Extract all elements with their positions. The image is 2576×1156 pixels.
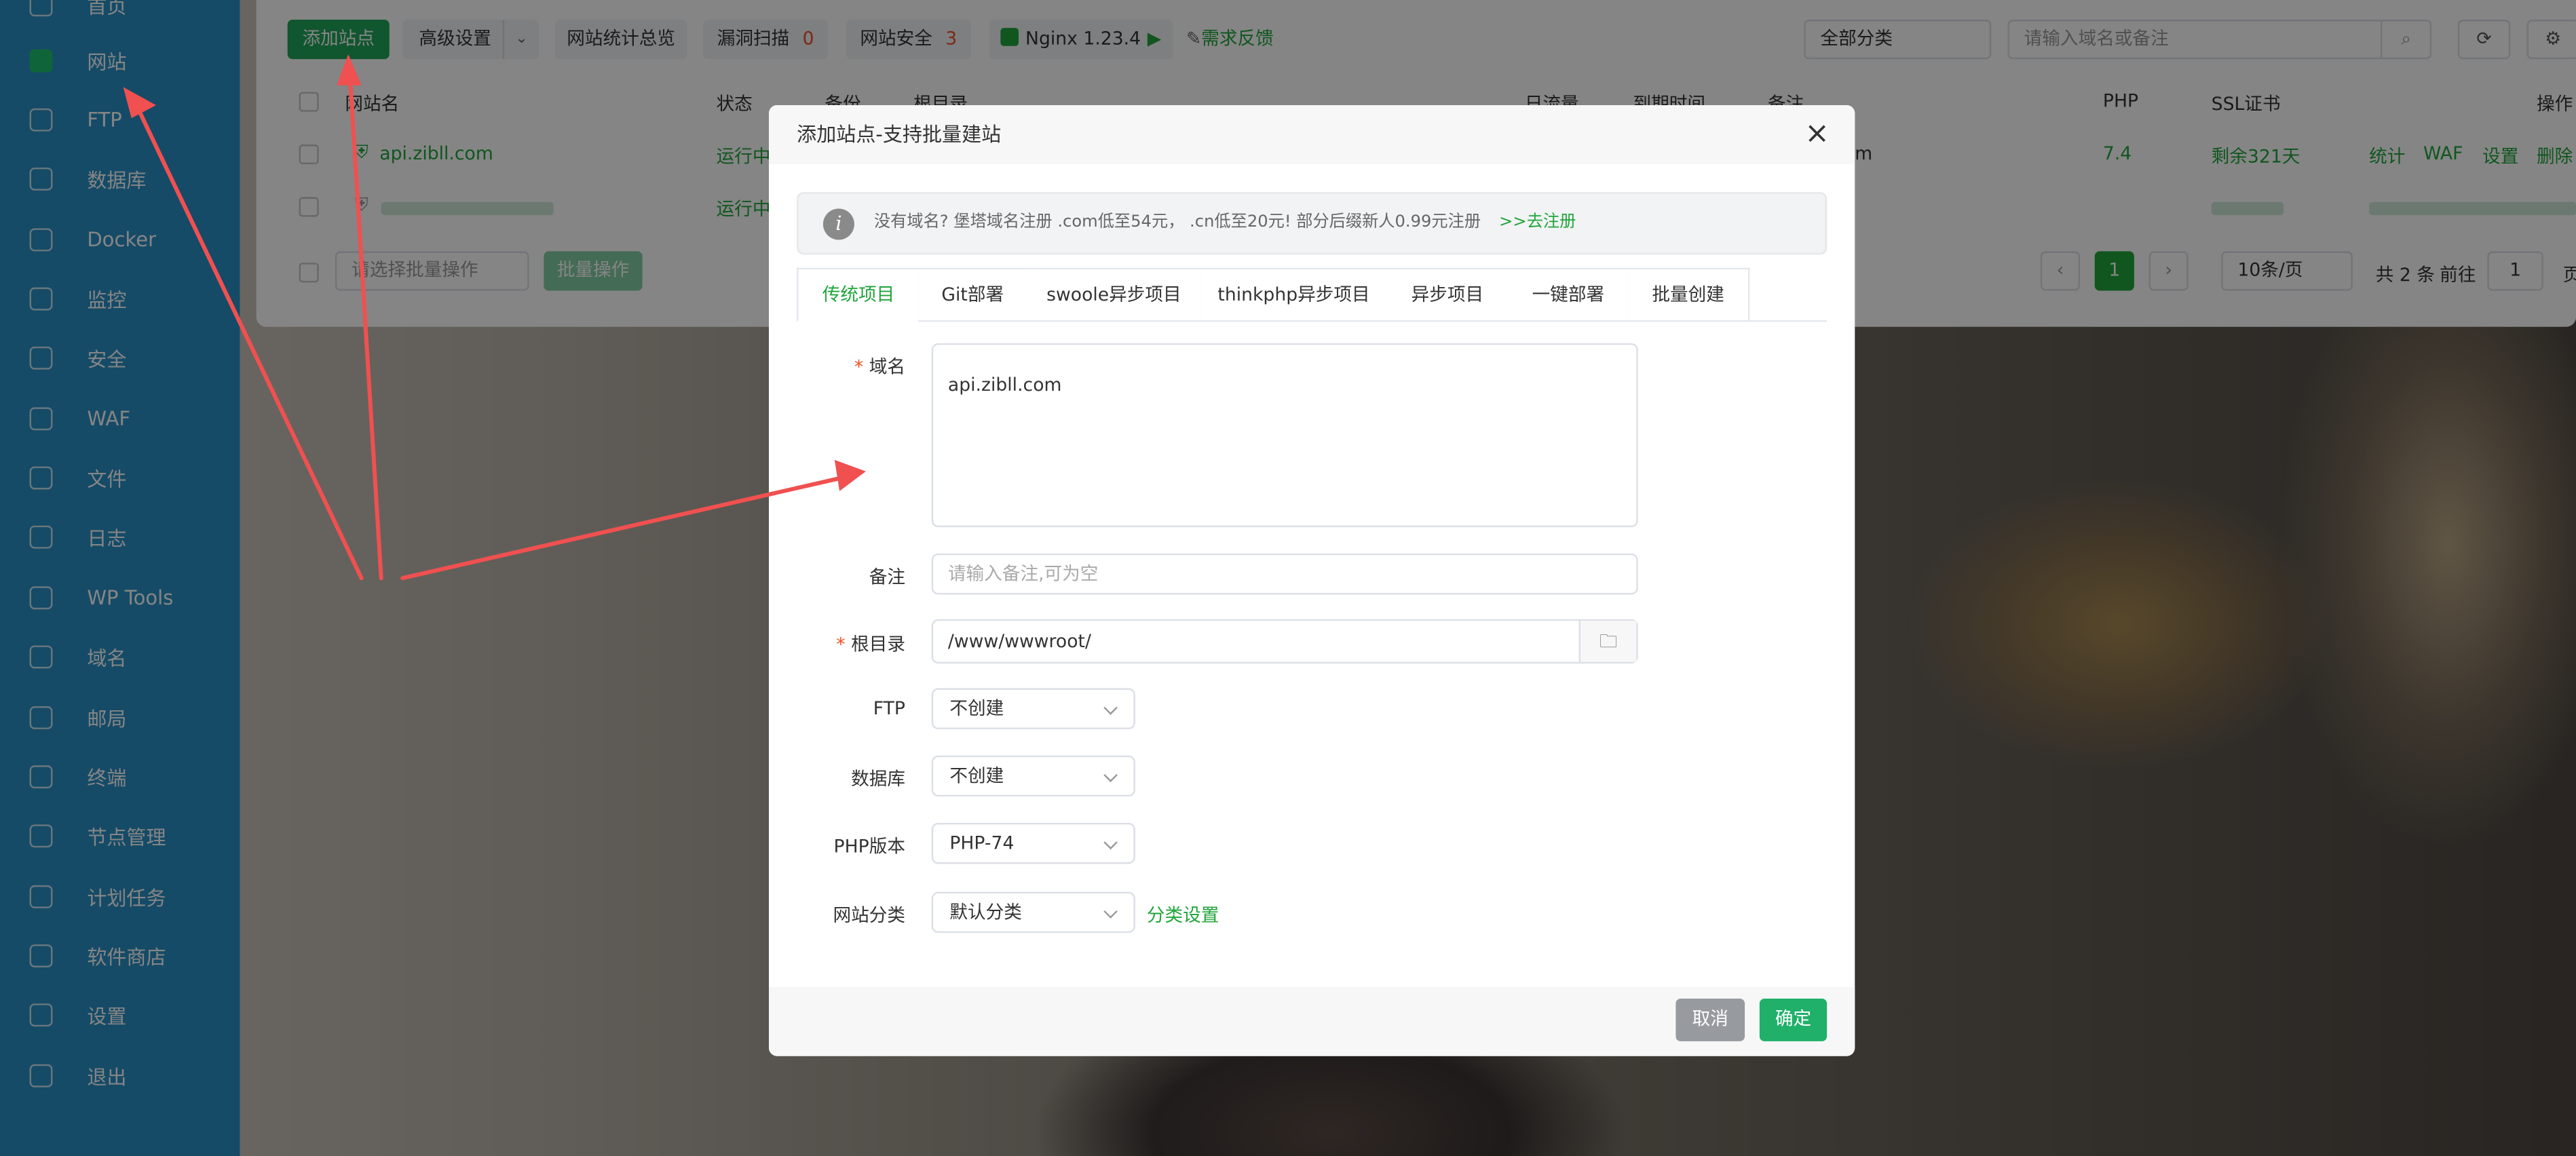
arrowhead-icon xyxy=(834,459,866,491)
arrowhead-icon xyxy=(123,87,156,119)
arrow-to-add-site-button xyxy=(347,73,383,581)
arrowhead-icon xyxy=(337,54,362,85)
arrow-to-sidebar-website xyxy=(136,106,364,581)
annotation-arrows xyxy=(123,54,866,581)
arrow-to-domain-field xyxy=(400,476,844,581)
